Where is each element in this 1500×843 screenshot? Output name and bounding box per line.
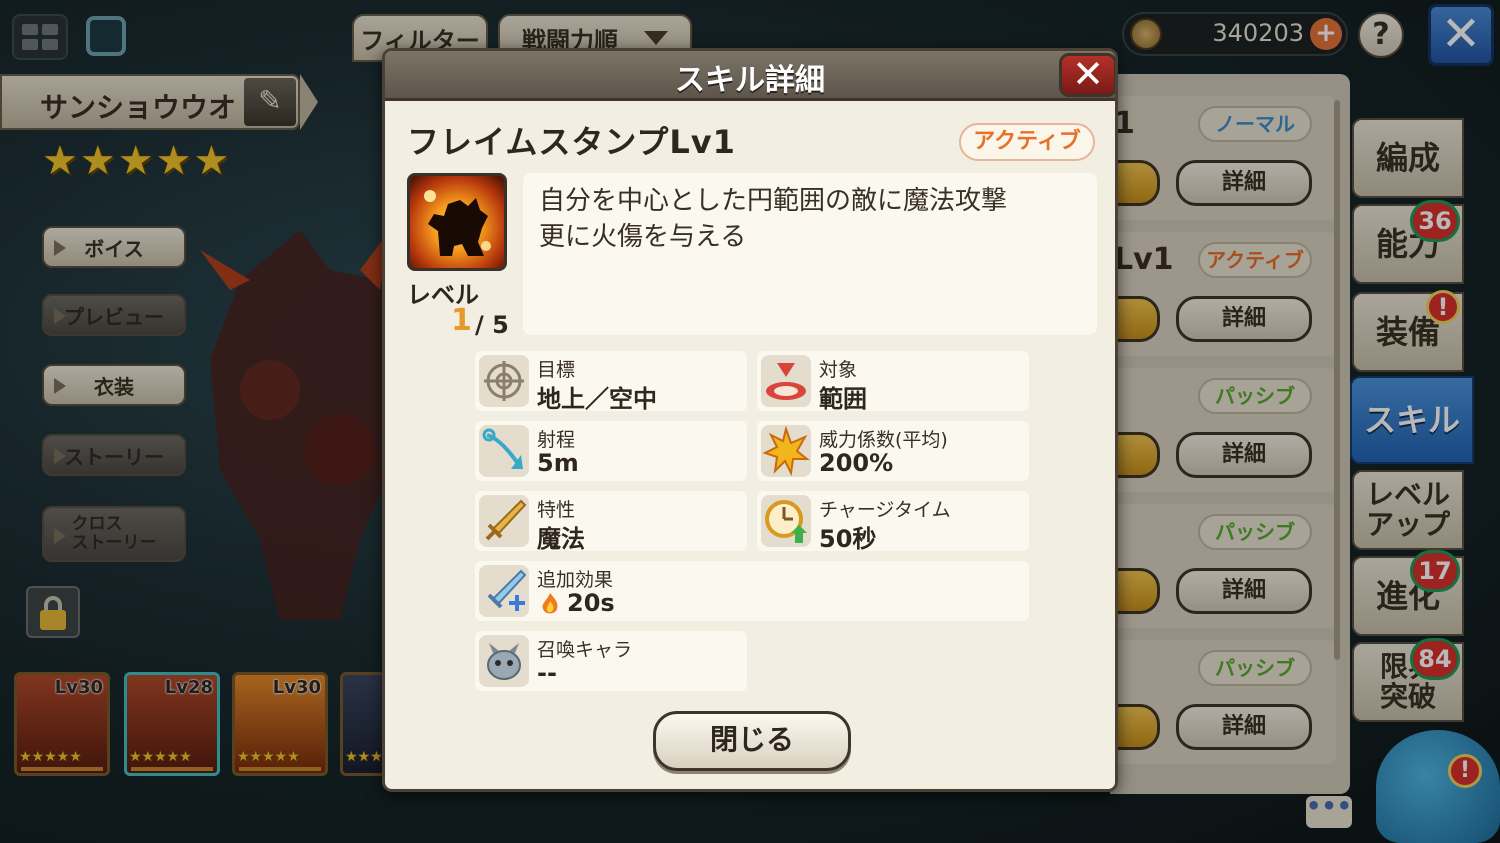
stat-label: 対象: [819, 359, 858, 381]
stat-attribute: 特性 魔法: [475, 491, 747, 553]
skill-name: フレイムスタンプLv1: [407, 123, 736, 161]
skill-detail-modal: スキル詳細 ✕ フレイムスタンプLv1 アクティブ レベル 1 / 5 自分を中…: [382, 48, 1118, 792]
clock-icon: [761, 495, 811, 547]
level-current: 1: [451, 303, 472, 338]
stat-value: 5m: [537, 449, 579, 477]
stat-value: --: [537, 659, 557, 687]
stat-label: 威力係数(平均): [819, 429, 948, 451]
stat-charge-time: チャージタイム 50秒: [757, 491, 1029, 553]
close-icon[interactable]: ✕: [1059, 53, 1115, 97]
close-button[interactable]: 閉じる: [653, 711, 851, 771]
stat-label: 目標: [537, 359, 576, 381]
sword-plus-icon: [479, 565, 529, 617]
stat-area: 対象 範囲: [757, 351, 1029, 413]
stat-additional-effect: 追加効果 20s: [475, 561, 1029, 621]
skill-description: 自分を中心とした円範囲の敵に魔法攻撃 更に火傷を与える: [539, 186, 1008, 252]
stat-value: 20s: [567, 589, 615, 617]
stat-value: 地上／空中: [537, 385, 657, 413]
modal-title: スキル詳細: [675, 63, 825, 98]
stat-label: 特性: [537, 499, 576, 521]
stat-label: 召喚キャラ: [537, 639, 633, 661]
stat-value: 200%: [819, 449, 894, 477]
stat-label: チャージタイム: [819, 499, 951, 521]
stat-label: 追加効果: [537, 569, 614, 591]
stat-summon: 召喚キャラ --: [475, 631, 747, 691]
stat-value: 範囲: [819, 385, 867, 413]
sword-icon: [479, 495, 529, 547]
modal-header: スキル詳細 ✕: [385, 51, 1115, 101]
skill-description-box: 自分を中心とした円範囲の敵に魔法攻撃 更に火傷を与える: [523, 173, 1097, 335]
stat-power: 威力係数(平均) 200%: [757, 421, 1029, 481]
stat-label: 射程: [537, 429, 576, 451]
flame-stamp-skill-icon: [407, 173, 507, 271]
summon-icon: [479, 635, 529, 687]
stat-range: 射程 5m: [475, 421, 747, 481]
burst-icon: [761, 425, 811, 477]
area-target-icon: [761, 355, 811, 407]
crosshair-icon: [479, 355, 529, 407]
stat-value: 50秒: [819, 525, 877, 553]
skill-type-badge: アクティブ: [959, 123, 1095, 161]
burn-icon: [542, 593, 558, 614]
level-max: / 5: [475, 311, 509, 339]
stat-value: 魔法: [537, 525, 585, 553]
range-arrow-icon: [479, 425, 529, 477]
stat-target: 目標 地上／空中: [475, 351, 747, 413]
